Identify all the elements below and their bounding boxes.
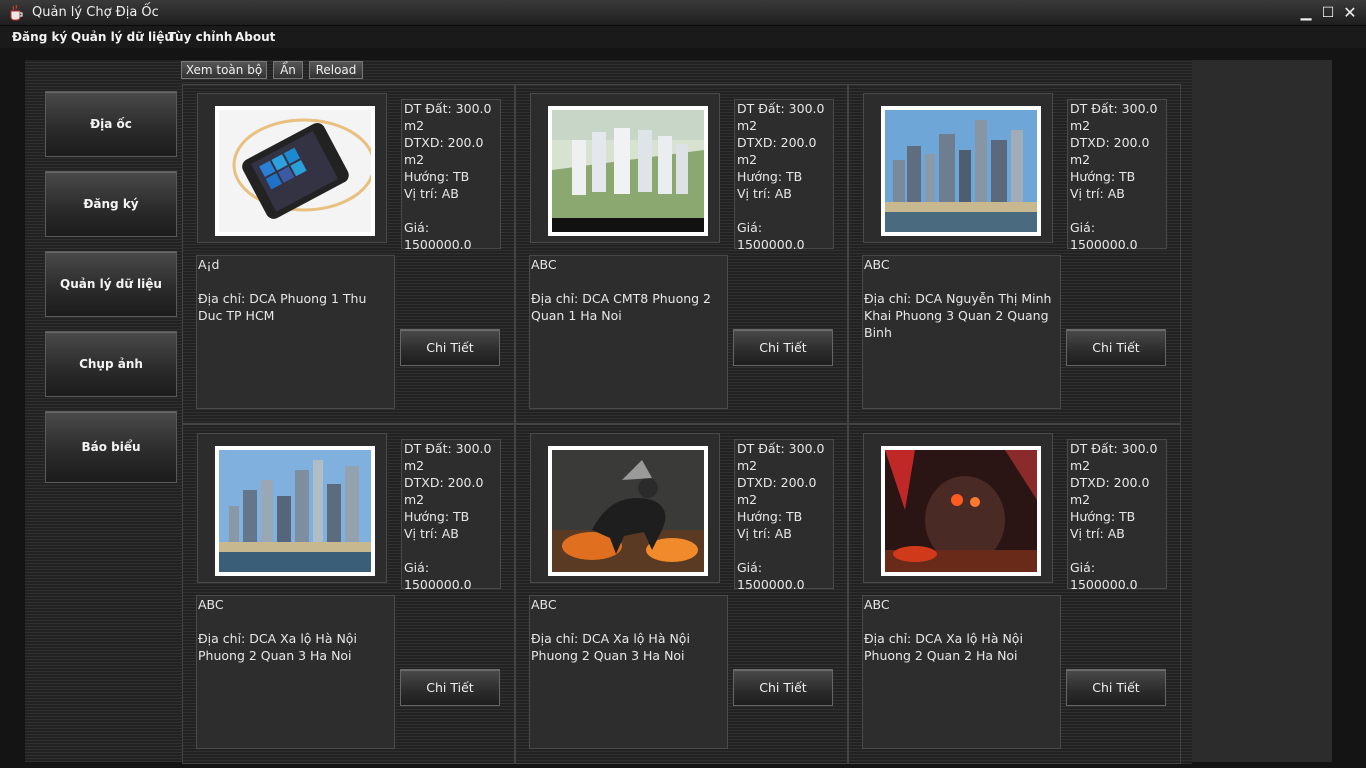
listing-name: ABC xyxy=(198,597,224,612)
fire-monster-image[interactable] xyxy=(881,446,1041,576)
price: Giá: 1500000.0 xyxy=(1070,560,1138,592)
listing-address: Địa chỉ: DCA Nguyễn Thị Minh Khai Phuong… xyxy=(864,291,1052,340)
listing-name: ABC xyxy=(864,597,890,612)
detail-button[interactable]: Chi Tiết xyxy=(733,669,833,706)
listing-card: DT Đất: 300.0 m2 DTXD: 200.0 m2 Hướng: T… xyxy=(515,424,848,764)
price: Giá: 1500000.0 xyxy=(737,560,805,592)
direction: Hướng: TB xyxy=(1070,509,1136,524)
price: Giá: 1500000.0 xyxy=(1070,220,1138,252)
window-title: Quản lý Chợ Địa Ốc xyxy=(32,5,159,20)
detail-button[interactable]: Chi Tiết xyxy=(400,669,500,706)
position: Vị trí: AB xyxy=(404,186,459,201)
listing-grid: DT Đất: 300.0 m2 DTXD: 200.0 m2 Hướng: T… xyxy=(182,84,1182,764)
land-area: DT Đất: 300.0 m2 xyxy=(404,101,492,133)
land-area: DT Đất: 300.0 m2 xyxy=(737,101,825,133)
menu-quan-ly-du-lieu[interactable]: Quản lý dữ liệu xyxy=(71,30,173,44)
direction: Hướng: TB xyxy=(404,509,470,524)
listing-card: DT Đất: 300.0 m2 DTXD: 200.0 m2 Hướng: T… xyxy=(848,424,1181,764)
land-area: DT Đất: 300.0 m2 xyxy=(404,441,492,473)
detail-button[interactable]: Chi Tiết xyxy=(1066,329,1166,366)
listing-address: Địa chỉ: DCA Xa lộ Hà Nội Phuong 2 Quan … xyxy=(531,631,690,663)
land-area: DT Đất: 300.0 m2 xyxy=(1070,101,1158,133)
menu-tuy-chinh[interactable]: Tùy chỉnh xyxy=(168,30,232,44)
listing-name: ABC xyxy=(864,257,890,272)
position: Vị trí: AB xyxy=(1070,186,1125,201)
listing-description: ABC Địa chỉ: DCA Xa lộ Hà Nội Phuong 2 Q… xyxy=(529,595,728,749)
price: Giá: 1500000.0 xyxy=(404,560,472,592)
listing-description: ABC Địa chỉ: DCA Xa lộ Hà Nội Phuong 2 Q… xyxy=(862,595,1061,749)
listing-specs: DT Đất: 300.0 m2 DTXD: 200.0 m2 Hướng: T… xyxy=(734,99,834,252)
listing-address: Địa chỉ: DCA CMT8 Phuong 2 Quan 1 Ha Noi xyxy=(531,291,712,323)
nav-bao-bieu-button[interactable]: Báo biểu xyxy=(45,411,177,483)
listing-card: DT Đất: 300.0 m2 DTXD: 200.0 m2 Hướng: T… xyxy=(182,424,515,764)
listing-specs: DT Đất: 300.0 m2 DTXD: 200.0 m2 Hướng: T… xyxy=(734,439,834,592)
fantasy-horse-image[interactable] xyxy=(548,446,708,576)
menu-dang-ky[interactable]: Đăng ký xyxy=(12,30,67,44)
built-area: DTXD: 200.0 m2 xyxy=(1070,475,1150,507)
detail-button[interactable]: Chi Tiết xyxy=(400,329,500,366)
listing-specs: DT Đất: 300.0 m2 DTXD: 200.0 m2 Hướng: T… xyxy=(401,439,501,592)
position: Vị trí: AB xyxy=(737,526,792,541)
detail-button[interactable]: Chi Tiết xyxy=(1066,669,1166,706)
nav-dang-ky-button[interactable]: Đăng ký xyxy=(45,171,177,237)
position: Vị trí: AB xyxy=(1070,526,1125,541)
city-skyline-image[interactable] xyxy=(881,106,1041,236)
price: Giá: 1500000.0 xyxy=(404,220,472,252)
city-skyline-image[interactable] xyxy=(215,446,375,576)
price: Giá: 1500000.0 xyxy=(737,220,805,252)
land-area: DT Đất: 300.0 m2 xyxy=(1070,441,1158,473)
nav-quan-ly-du-lieu-button[interactable]: Quản lý dữ liệu xyxy=(45,251,177,317)
listing-card: DT Đất: 300.0 m2 DTXD: 200.0 m2 Hướng: T… xyxy=(515,84,848,424)
right-panel xyxy=(1192,60,1332,762)
built-area: DTXD: 200.0 m2 xyxy=(737,135,817,167)
listing-address: Địa chỉ: DCA Phuong 1 Thu Duc TP HCM xyxy=(198,291,367,323)
position: Vị trí: AB xyxy=(737,186,792,201)
direction: Hướng: TB xyxy=(737,509,803,524)
position: Vị trí: AB xyxy=(404,526,459,541)
minimize-icon[interactable]: ▁ xyxy=(1296,3,1316,23)
menu-about[interactable]: About xyxy=(235,30,275,44)
listing-name: A¡d xyxy=(198,257,220,272)
listing-card: DT Đất: 300.0 m2 DTXD: 200.0 m2 Hướng: T… xyxy=(182,84,515,424)
listing-specs: DT Đất: 300.0 m2 DTXD: 200.0 m2 Hướng: T… xyxy=(401,99,501,252)
menu-bar: Đăng ký Quản lý dữ liệu Tùy chỉnh About xyxy=(0,26,1366,48)
listing-specs: DT Đất: 300.0 m2 DTXD: 200.0 m2 Hướng: T… xyxy=(1067,99,1167,252)
reload-button[interactable]: Reload xyxy=(309,61,363,79)
phone-image[interactable] xyxy=(215,106,375,236)
listing-description: ABC Địa chỉ: DCA Xa lộ Hà Nội Phuong 2 Q… xyxy=(196,595,395,749)
listing-description: A¡d Địa chỉ: DCA Phuong 1 Thu Duc TP HCM xyxy=(196,255,395,409)
built-area: DTXD: 200.0 m2 xyxy=(404,475,484,507)
maximize-icon[interactable]: ☐ xyxy=(1318,3,1338,23)
listing-address: Địa chỉ: DCA Xa lộ Hà Nội Phuong 2 Quan … xyxy=(198,631,357,663)
built-area: DTXD: 200.0 m2 xyxy=(404,135,484,167)
listing-description: ABC Địa chỉ: DCA CMT8 Phuong 2 Quan 1 Ha… xyxy=(529,255,728,409)
listing-description: ABC Địa chỉ: DCA Nguyễn Thị Minh Khai Ph… xyxy=(862,255,1061,409)
hide-button[interactable]: Ẩn xyxy=(273,61,303,79)
built-area: DTXD: 200.0 m2 xyxy=(737,475,817,507)
title-bar: Quản lý Chợ Địa Ốc ▁ ☐ ✕ xyxy=(0,0,1366,26)
listing-address: Địa chỉ: DCA Xa lộ Hà Nội Phuong 2 Quan … xyxy=(864,631,1023,663)
land-area: DT Đất: 300.0 m2 xyxy=(737,441,825,473)
listing-name: ABC xyxy=(531,257,557,272)
close-icon[interactable]: ✕ xyxy=(1340,3,1360,23)
detail-button[interactable]: Chi Tiết xyxy=(733,329,833,366)
listing-specs: DT Đất: 300.0 m2 DTXD: 200.0 m2 Hướng: T… xyxy=(1067,439,1167,592)
apartment-complex-image[interactable] xyxy=(548,106,708,236)
direction: Hướng: TB xyxy=(1070,169,1136,184)
listing-card: DT Đất: 300.0 m2 DTXD: 200.0 m2 Hướng: T… xyxy=(848,84,1181,424)
direction: Hướng: TB xyxy=(404,169,470,184)
direction: Hướng: TB xyxy=(737,169,803,184)
nav-dia-oc-button[interactable]: Địa ốc xyxy=(45,91,177,157)
listing-name: ABC xyxy=(531,597,557,612)
view-all-button[interactable]: Xem toàn bộ xyxy=(181,61,267,79)
nav-chup-anh-button[interactable]: Chụp ảnh xyxy=(45,331,177,397)
built-area: DTXD: 200.0 m2 xyxy=(1070,135,1150,167)
app-cup-icon xyxy=(10,4,23,21)
